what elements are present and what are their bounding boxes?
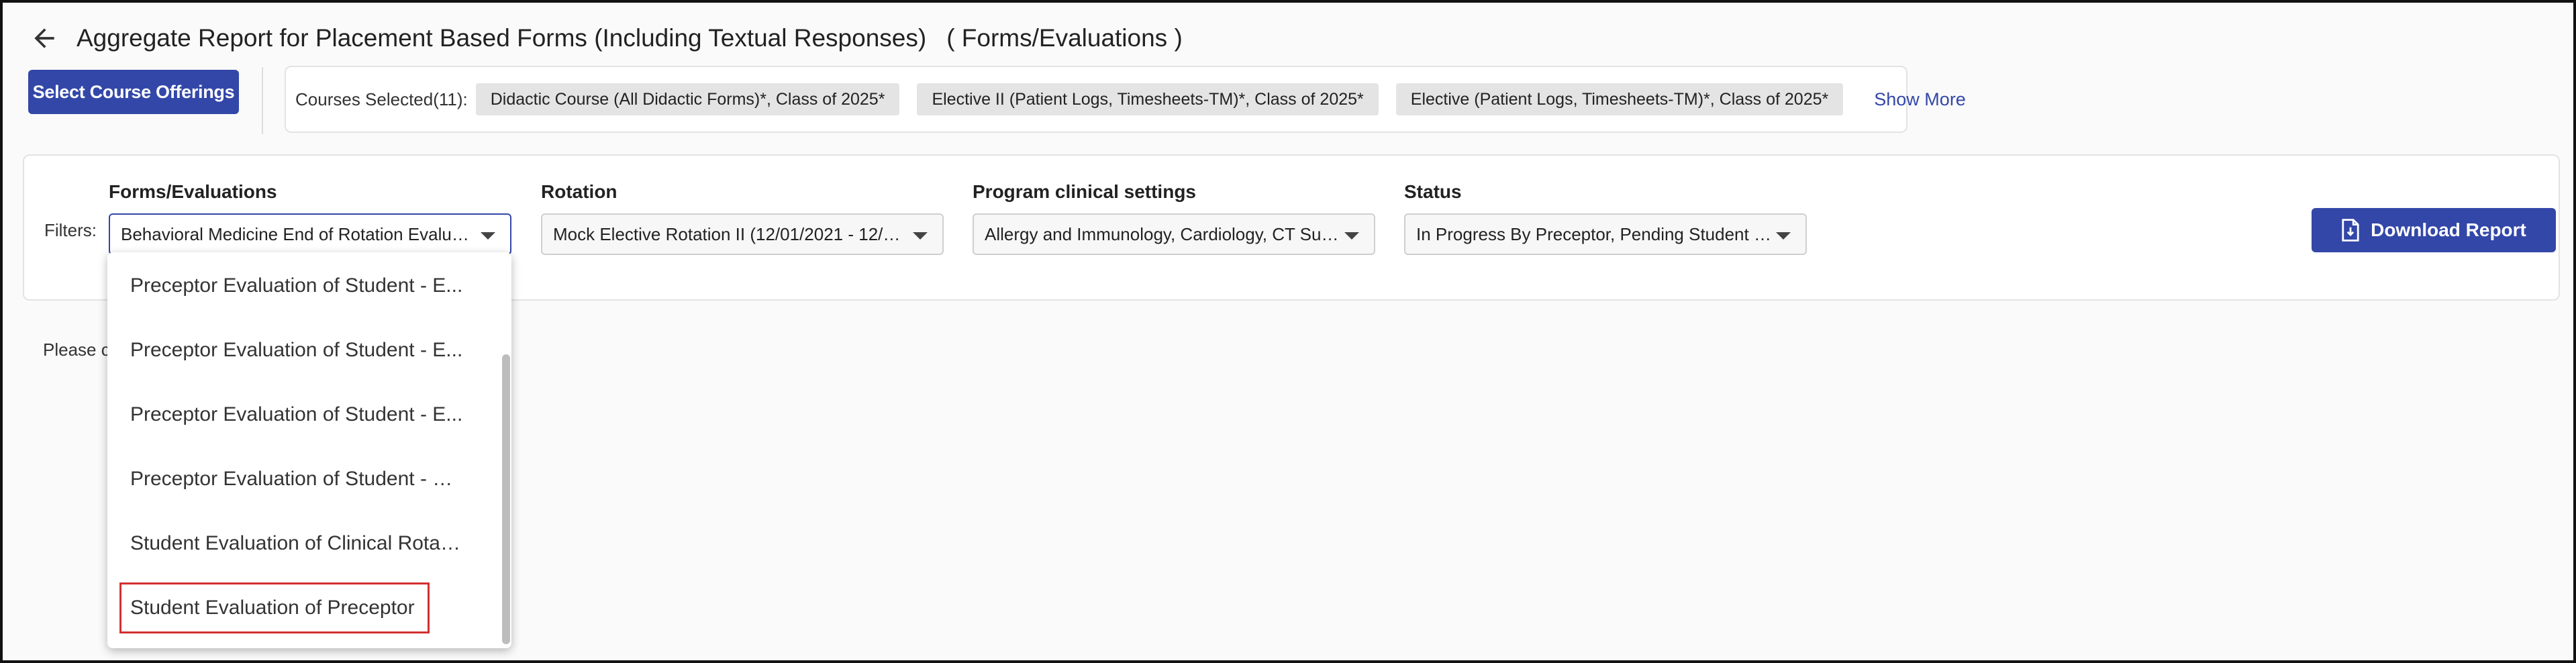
page-header: Aggregate Report for Placement Based For… xyxy=(30,15,1183,62)
status-select[interactable]: In Progress By Preceptor, Pending Studen… xyxy=(1404,213,1807,255)
course-chip: Didactic Course (All Didactic Forms)*, C… xyxy=(475,83,900,115)
forms-select[interactable]: Behavioral Medicine End of Rotation Eval… xyxy=(109,213,511,255)
page-subtitle: ( Forms/Evaluations ) xyxy=(946,24,1183,52)
dropdown-item[interactable]: Preceptor Evaluation of Student - E... xyxy=(107,382,483,447)
dropdown-item[interactable]: Preceptor Evaluation of Student - E... xyxy=(107,318,483,382)
dropdown-item[interactable]: Preceptor Evaluation of Student - W... xyxy=(107,447,483,511)
settings-filter: Program clinical settings Allergy and Im… xyxy=(973,181,1375,255)
app-window: Aggregate Report for Placement Based For… xyxy=(0,0,2576,663)
forms-filter-label: Forms/Evaluations xyxy=(109,181,277,202)
rotation-filter-label: Rotation xyxy=(541,181,617,202)
rotation-select[interactable]: Mock Elective Rotation II (12/01/2021 - … xyxy=(541,213,944,255)
courses-selected-box: Courses Selected(11): Didactic Course (A… xyxy=(285,66,1966,133)
caret-down-icon xyxy=(1776,232,1791,240)
caret-down-icon xyxy=(913,232,928,240)
download-report-button[interactable]: Download Report xyxy=(2312,208,2556,252)
dropdown-item[interactable]: Student Evaluation of Clinical Rotation xyxy=(107,511,483,576)
settings-select[interactable]: Allergy and Immunology, Cardiology, CT S… xyxy=(973,213,1375,255)
course-chip: Elective (Patient Logs, Timesheets-TM)*,… xyxy=(1395,83,1844,115)
settings-filter-label: Program clinical settings xyxy=(973,181,1196,202)
dropdown-item-selected[interactable]: Student Evaluation of Preceptor xyxy=(119,582,430,633)
filters-label: Filters: xyxy=(44,220,97,240)
show-more-link[interactable]: Show More xyxy=(1874,89,1966,110)
caret-down-icon xyxy=(481,232,495,240)
dropdown-item[interactable]: Preceptor Evaluation of Student - E... xyxy=(107,254,483,318)
hint-text: Please cl xyxy=(43,340,114,360)
rotation-filter: Rotation Mock Elective Rotation II (12/0… xyxy=(541,181,944,255)
settings-select-value: Allergy and Immunology, Cardiology, CT S… xyxy=(985,223,1340,244)
document-icon xyxy=(2342,219,2359,242)
divider xyxy=(262,67,263,134)
back-arrow-icon[interactable] xyxy=(30,23,59,53)
forms-filter: Forms/Evaluations Behavioral Medicine En… xyxy=(109,181,511,255)
rotation-select-value: Mock Elective Rotation II (12/01/2021 - … xyxy=(553,223,909,244)
scrollbar-thumb[interactable] xyxy=(502,354,510,644)
dropdown-scrollbar[interactable] xyxy=(498,252,511,648)
forms-dropdown-menu: Preceptor Evaluation of Student - E... P… xyxy=(107,252,511,648)
download-report-label: Download Report xyxy=(2371,219,2526,240)
forms-select-value: Behavioral Medicine End of Rotation Eval… xyxy=(121,223,477,244)
courses-selected-label: Courses Selected(11): xyxy=(295,89,468,109)
select-course-offerings-button[interactable]: Select Course Offerings xyxy=(28,70,239,114)
course-chip: Elective II (Patient Logs, Timesheets-TM… xyxy=(917,83,1379,115)
status-filter-label: Status xyxy=(1404,181,1462,202)
caret-down-icon xyxy=(1344,232,1359,240)
status-filter: Status In Progress By Preceptor, Pending… xyxy=(1404,181,1807,255)
status-select-value: In Progress By Preceptor, Pending Studen… xyxy=(1416,223,1772,244)
page-title: Aggregate Report for Placement Based For… xyxy=(77,24,927,52)
